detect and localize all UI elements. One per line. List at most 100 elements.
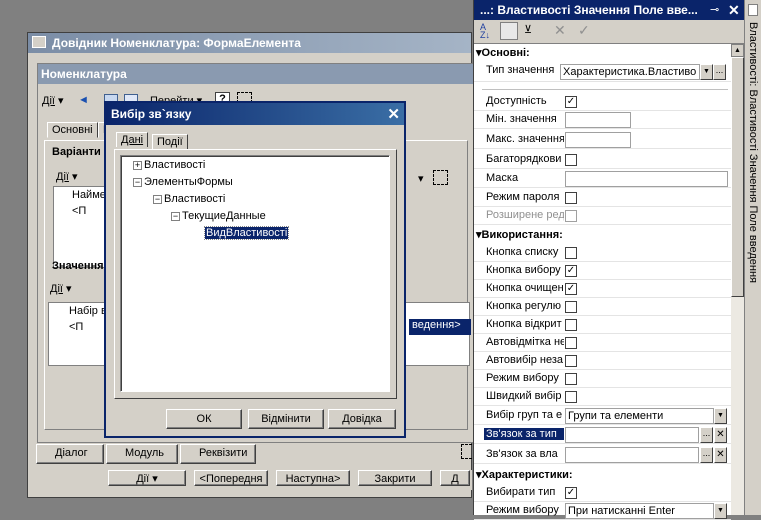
clear-icon[interactable]: ✕ <box>714 427 727 443</box>
help-button[interactable]: Довідка <box>328 409 396 429</box>
tab-requisites[interactable]: Реквізити <box>180 444 256 464</box>
password-checkbox[interactable] <box>565 192 577 204</box>
properties-toolbar: A Z↓ ⊻ ✕ ✓ <box>474 20 744 44</box>
automark-checkbox[interactable] <box>565 337 577 349</box>
collapse-icon[interactable]: − <box>153 194 162 204</box>
groups-select[interactable]: Групи та елементи <box>565 408 714 424</box>
table-row-selected[interactable]: ведення> <box>409 319 471 335</box>
chevron-down-icon[interactable]: ▼ <box>714 408 727 424</box>
designer-bottom-tabs: Діалог Модуль Реквізити <box>36 444 466 466</box>
table-row[interactable]: <П <box>69 321 83 333</box>
tree-item-selected[interactable]: ВидВластивості <box>203 226 290 240</box>
dialog-title: Вибір зв`язку <box>111 107 192 121</box>
extended-checkbox <box>565 210 577 222</box>
tree-item[interactable]: − Властивості <box>153 192 225 206</box>
choose-button-checkbox[interactable]: ✓ <box>565 265 577 277</box>
expand-icon[interactable]: + <box>133 160 142 170</box>
prop-label: Кнопка очищен <box>486 282 564 294</box>
type-value-field[interactable]: Характеристика.Властиво <box>560 64 700 80</box>
nav-extra-button[interactable]: Д <box>440 470 470 486</box>
sort-alpha-icon[interactable]: A Z↓ <box>480 23 490 40</box>
table-row[interactable]: <П <box>72 205 86 217</box>
choose-mode-checkbox[interactable] <box>565 373 577 385</box>
min-value-field[interactable] <box>565 112 631 128</box>
ok-button[interactable]: ОК <box>166 409 242 429</box>
dropdown-arrow-icon[interactable]: ▾ <box>418 172 424 185</box>
prop-label: Автовибір незa <box>486 354 563 366</box>
clear-icon[interactable]: ✕ <box>714 447 727 463</box>
ellipsis-button[interactable]: ... <box>700 447 713 463</box>
scroll-up-arrow[interactable]: ▲ <box>731 44 744 57</box>
chevron-down-icon[interactable]: ▼ <box>700 64 713 80</box>
nav-actions-button[interactable]: Дії ▾ <box>108 470 186 486</box>
prop-label: Тип значення <box>486 64 555 76</box>
values-actions-menu[interactable]: Дії ▾ <box>50 282 72 296</box>
prop-label: Кнопка списку <box>486 246 559 258</box>
selection-icon-2[interactable] <box>433 170 448 185</box>
tree-item[interactable]: − ТекущиеДанные <box>171 209 266 223</box>
tree-item[interactable]: − ЭлементыФормы <box>133 175 233 189</box>
background-window-title: Довідник Номенклатура: ФормаЕлемента <box>52 36 301 50</box>
properties-scrollbar[interactable]: ▲ <box>731 44 744 515</box>
tree-view[interactable]: + Властивості − ЭлементыФормы − Властивості… <box>120 155 390 392</box>
nav-prev-button[interactable]: <Попередня <box>194 470 268 486</box>
multiline-checkbox[interactable] <box>565 154 577 166</box>
reg-button-checkbox[interactable] <box>565 301 577 313</box>
properties-panel: ...: Властивості Значення Поле вве... ⊸ … <box>473 0 744 520</box>
enabled-checkbox[interactable]: ✓ <box>565 96 577 108</box>
choose-type-checkbox[interactable]: ✓ <box>565 487 577 499</box>
autochoose-checkbox[interactable] <box>565 355 577 367</box>
group-values-label: Значення <box>52 260 104 272</box>
tab-module[interactable]: Модуль <box>106 444 178 464</box>
link-owner-field[interactable] <box>565 447 699 463</box>
prop-label: Мін. значення <box>486 113 557 125</box>
prop-label: Кнопка відкрит <box>486 318 562 330</box>
tab-main[interactable]: Основні <box>47 122 98 138</box>
prop-row-extended: Розширене ред <box>474 207 731 225</box>
prop-label: Макс. значення <box>486 133 564 145</box>
categorized-icon[interactable] <box>500 22 518 40</box>
variants-actions-menu[interactable]: Дії ▾ <box>56 170 78 184</box>
ellipsis-button[interactable]: ... <box>700 427 713 443</box>
chevron-down-icon[interactable]: ▼ <box>714 503 727 519</box>
section-main[interactable]: ▾Основні: <box>474 45 731 61</box>
quick-choice-checkbox[interactable] <box>565 391 577 403</box>
clear-button-checkbox[interactable]: ✓ <box>565 283 577 295</box>
collapse-icon[interactable]: − <box>171 211 180 221</box>
section-characteristics[interactable]: ▾Характеристики: <box>474 467 731 483</box>
tab-dialog[interactable]: Діалог <box>36 444 104 464</box>
prop-label: Режим вибору <box>486 504 559 516</box>
filter-icon[interactable]: ⊻ <box>524 23 532 36</box>
variants-table[interactable]: Наймен <П <box>53 186 112 268</box>
prop-label-selected: Зв'язок за тип <box>484 428 564 440</box>
link-type-field[interactable] <box>565 427 699 443</box>
nav-close-button[interactable]: Закрити <box>358 470 432 486</box>
list-button-checkbox[interactable] <box>565 247 577 259</box>
actions-menu[interactable]: Дії ▾ <box>42 94 64 108</box>
max-value-field[interactable] <box>565 132 631 148</box>
clear-icon[interactable]: ✕ <box>554 22 566 39</box>
close-icon[interactable]: ✕ <box>728 2 740 19</box>
properties-side-tab[interactable]: Властивості: Властивості Значення Поле в… <box>744 0 761 515</box>
prop-label: Кнопка регулю <box>486 300 561 312</box>
check-icon[interactable]: ✓ <box>578 22 590 39</box>
cancel-button[interactable]: Відмінити <box>248 409 324 429</box>
nav-next-button[interactable]: Наступна> <box>276 470 350 486</box>
tab-events[interactable]: Події <box>152 134 188 150</box>
ellipsis-button[interactable]: ... <box>713 64 726 80</box>
collapse-icon[interactable]: − <box>133 177 142 187</box>
section-usage[interactable]: ▾Використання: <box>474 227 731 243</box>
mask-field[interactable] <box>565 171 728 187</box>
prop-label: Вибір груп та е <box>486 409 563 421</box>
close-icon[interactable]: ✕ <box>387 105 400 123</box>
choose-mode-select[interactable]: При натисканні Enter <box>565 503 714 519</box>
prop-row-choose-mode-2: Режим вибору При натисканні Enter ▼ <box>474 502 731 520</box>
tab-data[interactable]: Дані <box>116 132 149 147</box>
scrollbar-thumb[interactable] <box>731 57 744 297</box>
pin-icon[interactable]: ⊸ <box>710 3 719 16</box>
tree-item[interactable]: + Властивості <box>133 158 205 172</box>
back-arrow-icon[interactable]: ◄ <box>78 94 92 108</box>
prop-row-password: Режим пароля <box>474 189 731 207</box>
open-button-checkbox[interactable] <box>565 319 577 331</box>
prop-row-clear-button: Кнопка очищен ✓ <box>474 280 731 298</box>
